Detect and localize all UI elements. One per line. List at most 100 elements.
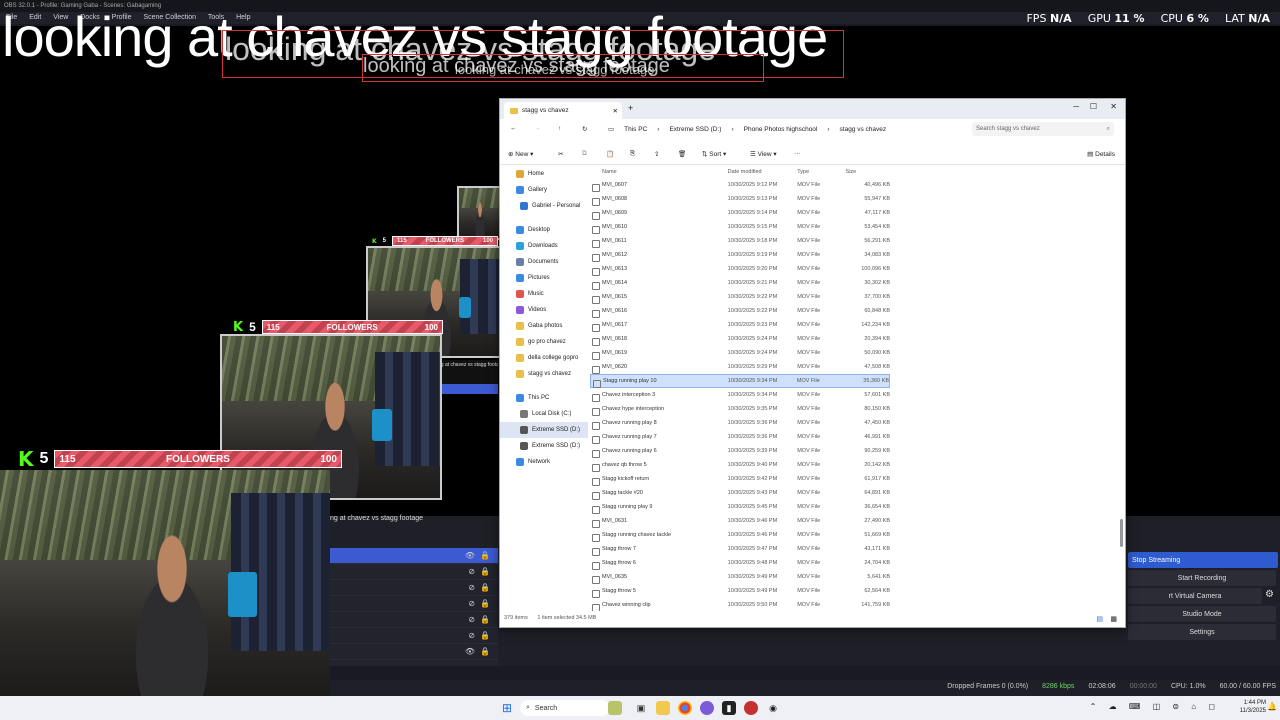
rename-icon[interactable]: ⎘	[630, 150, 635, 158]
file-explorer-icon[interactable]	[656, 701, 670, 715]
scrollbar-thumb[interactable]	[1120, 519, 1123, 547]
file-row[interactable]: MVI_0608 10/30/2025 9:13 PM MOV File 55,947…	[590, 192, 890, 206]
gear-icon[interactable]: ⚙	[1265, 589, 1274, 600]
nav-item[interactable]: Gaba photos	[500, 318, 588, 334]
search-input[interactable]: Search stagg vs chavez ⌕	[972, 122, 1114, 136]
file-row[interactable]: MVI_0614 10/30/2025 9:21 PM MOV File 30,302…	[590, 276, 890, 290]
nav-item[interactable]: Local Disk (C:)	[500, 406, 588, 422]
breadcrumb-drive[interactable]: Extreme SSD (D:)	[669, 126, 721, 133]
tiles-view-icon[interactable]: ▦	[1110, 615, 1117, 623]
column-size[interactable]: Size	[846, 169, 890, 175]
file-row[interactable]: Chavez interception 3 10/30/2025 9:34 PM M…	[590, 388, 890, 402]
breadcrumb-this-pc[interactable]: This PC	[624, 126, 647, 133]
discord-icon[interactable]	[700, 701, 714, 715]
file-row[interactable]: Chavez running play 8 10/30/2025 9:36 PM M…	[590, 416, 890, 430]
file-row[interactable]: MVI_0613 10/30/2025 9:20 PM MOV File 100,09…	[590, 262, 890, 276]
new-button[interactable]: ⊕ New ▾	[508, 150, 533, 158]
file-row[interactable]: Chavez winning clip 10/30/2025 9:50 PM MOV…	[590, 598, 890, 611]
up-icon[interactable]: ↑	[558, 125, 561, 132]
file-row[interactable]: Stagg tackle #20 10/30/2025 9:43 PM MOV Fi…	[590, 486, 890, 500]
eye-off-icon[interactable]: ⊘	[468, 615, 475, 624]
file-row[interactable]: MVI_0609 10/30/2025 9:14 PM MOV File 47,117…	[590, 206, 890, 220]
share-icon[interactable]: ⇪	[654, 150, 659, 158]
lock-icon[interactable]: 🔒	[480, 599, 490, 608]
file-row[interactable]: Stagg running play 9 10/30/2025 9:45 PM MO…	[590, 500, 890, 514]
source-row[interactable]: ⊘ 🔒	[330, 596, 498, 612]
lock-icon[interactable]: 🔒	[480, 583, 490, 592]
lock-icon[interactable]: 🔒	[480, 647, 490, 656]
nav-item[interactable]: Extreme SSD (D:)	[500, 422, 588, 438]
view-button[interactable]: ☰ View ▾	[750, 150, 777, 158]
obs-icon[interactable]: ◉	[766, 701, 780, 715]
nav-item[interactable]: Network	[500, 454, 588, 470]
delete-icon[interactable]: 🗑	[678, 150, 686, 158]
nav-item[interactable]: Extreme SSD (D:)	[500, 438, 588, 454]
lock-icon[interactable]: 🔒	[480, 551, 490, 560]
breadcrumb[interactable]: ▭ This PC › Extreme SSD (D:) › Phone Photo…	[604, 122, 960, 136]
file-row[interactable]: chavez qb throw 5 10/30/2025 9:40 PM MOV F…	[590, 458, 890, 472]
breadcrumb-folder[interactable]: Phone Photos highschool	[744, 126, 818, 133]
refresh-icon[interactable]: ↻	[582, 125, 587, 133]
nav-item[interactable]: Desktop	[500, 222, 588, 238]
start-recording-button[interactable]: Start Recording	[1128, 570, 1276, 586]
file-row[interactable]: MVI_0616 10/30/2025 9:22 PM MOV File 60,848…	[590, 304, 890, 318]
minimize-icon[interactable]: ─	[1073, 102, 1079, 111]
taskbar-search[interactable]: ⌕ Search	[520, 700, 610, 716]
file-row[interactable]: MVI_0611 10/30/2025 9:18 PM MOV File 56,291…	[590, 234, 890, 248]
nav-item[interactable]: go pro chavez	[500, 334, 588, 350]
system-tray[interactable]: ⌃ ☁ ⌨ ◫ ⊜ ⌂ ◻	[1090, 702, 1220, 711]
close-icon[interactable]: ✕	[1110, 102, 1117, 111]
file-row[interactable]: MVI_0612 10/30/2025 9:19 PM MOV File 34,083…	[590, 248, 890, 262]
nav-item[interactable]: stagg vs chavez	[500, 366, 588, 382]
paste-icon[interactable]: 📋	[606, 150, 614, 158]
nav-item[interactable]: This PC	[500, 390, 588, 406]
file-row[interactable]: MVI_0635 10/30/2025 9:49 PM MOV File 5,641 …	[590, 570, 890, 584]
source-row[interactable]: 👁 🔒	[330, 644, 498, 660]
tab-close-icon[interactable]: ✕	[613, 107, 618, 115]
source-row[interactable]: ⊘ 🔒	[330, 612, 498, 628]
file-row[interactable]: MVI_0617 10/30/2025 9:23 PM MOV File 142,23…	[590, 318, 890, 332]
nav-item[interactable]: Music	[500, 286, 588, 302]
source-row[interactable]: ⊘ 🔒	[330, 580, 498, 596]
breadcrumb-current[interactable]: stagg vs chavez	[840, 126, 887, 133]
studio-mode-button[interactable]: Studio Mode	[1128, 606, 1276, 622]
details-view-icon[interactable]: ▤	[1096, 615, 1103, 623]
nav-item[interactable]: Home	[500, 166, 588, 182]
app-icon[interactable]	[744, 701, 758, 715]
eye-off-icon[interactable]: ⊘	[468, 583, 475, 592]
cut-icon[interactable]: ✂	[558, 150, 563, 158]
file-row[interactable]: MVI_0631 10/30/2025 9:46 PM MOV File 27,490…	[590, 514, 890, 528]
file-row[interactable]: Stagg throw 7 10/30/2025 9:47 PM MOV File 4…	[590, 542, 890, 556]
file-row[interactable]: Stagg kickoff return 10/30/2025 9:42 PM MO…	[590, 472, 890, 486]
file-row[interactable]: Stagg running play 10 10/30/2025 9:34 PM M…	[590, 374, 890, 388]
start-icon[interactable]: ⊞	[500, 701, 514, 715]
nav-item[interactable]: Documents	[500, 254, 588, 270]
forward-icon[interactable]: →	[534, 125, 541, 132]
nav-item[interactable]: Gabriel - Personal	[500, 198, 588, 214]
scene-text-source[interactable]: ng at chavez vs stagg footage	[330, 515, 500, 529]
widget-icon[interactable]	[608, 701, 622, 715]
file-row[interactable]: Stagg running chavez tackle 10/30/2025 9:…	[590, 528, 890, 542]
lock-icon[interactable]: 🔒	[480, 615, 490, 624]
details-button[interactable]: ▤ Details	[1087, 150, 1115, 158]
nav-item[interactable]: Gallery	[500, 182, 588, 198]
chrome-icon[interactable]	[678, 701, 692, 715]
stop-streaming-button[interactable]: Stop Streaming	[1128, 552, 1278, 568]
notification-icon[interactable]: 🔔	[1267, 702, 1277, 711]
nav-item[interactable]: Videos	[500, 302, 588, 318]
explorer-tab[interactable]: stagg vs chavez ✕	[504, 102, 622, 119]
back-icon[interactable]: ←	[510, 125, 517, 132]
file-row[interactable]: MVI_0607 10/30/2025 9:12 PM MOV File 40,496…	[590, 178, 890, 192]
settings-button[interactable]: Settings	[1128, 624, 1276, 640]
nav-item[interactable]: della college gopro	[500, 350, 588, 366]
source-row[interactable]: ⊘ 🔒	[330, 628, 498, 644]
new-tab-icon[interactable]: +	[628, 103, 633, 113]
column-date[interactable]: Date modified	[728, 169, 798, 175]
source-row[interactable]: ⊘ 🔒	[330, 564, 498, 580]
file-row[interactable]: MVI_0619 10/30/2025 9:24 PM MOV File 50,090…	[590, 346, 890, 360]
file-row[interactable]: Chavez running play 6 10/30/2025 9:39 PM M…	[590, 444, 890, 458]
source-row[interactable]: 👁 🔒	[330, 548, 498, 564]
more-icon[interactable]: ···	[794, 150, 801, 157]
taskbar-clock[interactable]: 1:44 PM 11/3/2025	[1240, 699, 1266, 715]
eye-icon[interactable]: 👁	[465, 551, 475, 560]
